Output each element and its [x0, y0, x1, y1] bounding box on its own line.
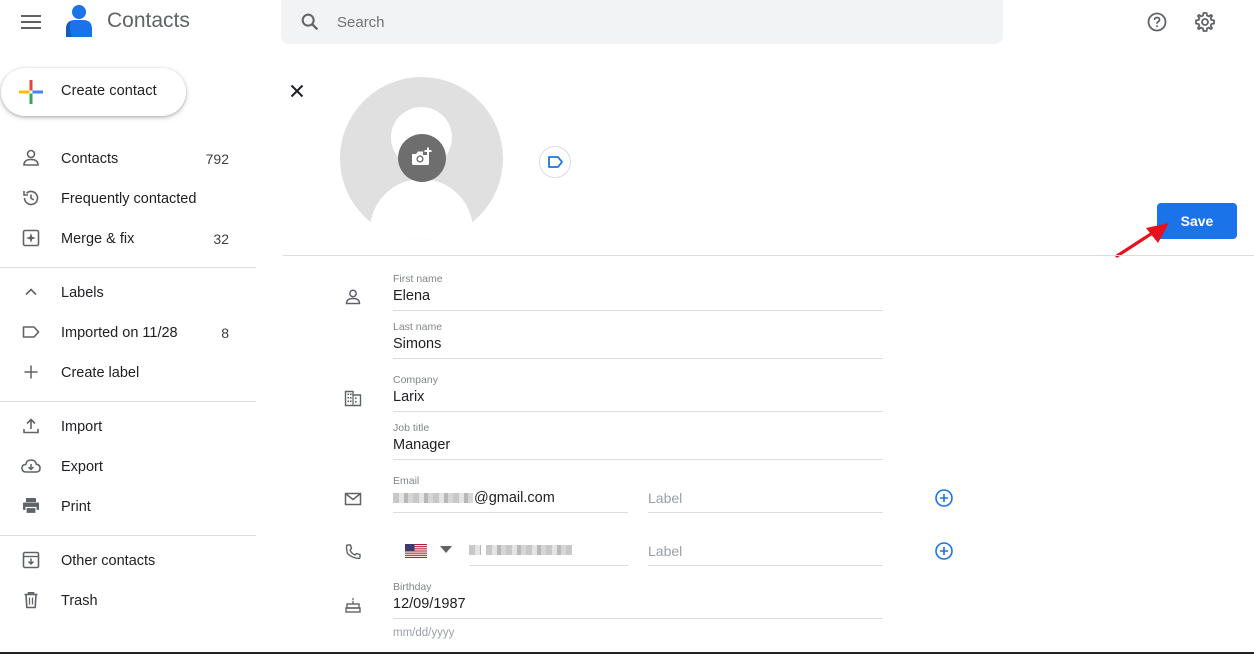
- imported-count-badge: 8: [221, 325, 229, 341]
- sidebar-item-label: Import: [61, 419, 103, 435]
- first-name-label: First name: [393, 273, 443, 285]
- avatar-body-shape: [370, 179, 473, 240]
- sidebar-item-other-contacts[interactable]: Other contacts: [0, 541, 256, 581]
- sidebar-item-labels-toggle[interactable]: Labels: [0, 273, 256, 313]
- sidebar-item-label: Trash: [61, 593, 98, 609]
- phone-icon: [345, 544, 361, 560]
- first-name-value: Elena: [393, 288, 431, 304]
- job-title-label: Job title: [393, 422, 430, 434]
- colorful-plus-icon: [19, 80, 43, 104]
- phone-value: [469, 542, 573, 558]
- sidebar-item-label: Frequently contacted: [61, 191, 197, 207]
- phone-field[interactable]: [469, 528, 628, 566]
- sidebar-divider: [0, 401, 256, 402]
- plus-icon: [24, 365, 38, 379]
- top-bar: Contacts: [0, 0, 1254, 44]
- email-label: Email: [393, 475, 420, 487]
- create-contact-label: Create contact: [61, 83, 157, 99]
- email-field[interactable]: Email @gmail.com: [393, 475, 628, 513]
- email-label-placeholder: Label: [648, 490, 683, 506]
- last-name-value: Simons: [393, 336, 442, 352]
- help-icon[interactable]: [1145, 10, 1169, 34]
- building-icon: [344, 390, 362, 407]
- email-label-field[interactable]: Label: [648, 475, 883, 513]
- close-icon[interactable]: [285, 79, 309, 103]
- phone-label-field[interactable]: Label: [648, 528, 883, 566]
- job-title-value: Manager: [393, 437, 451, 453]
- company-field[interactable]: Company Larix: [393, 374, 883, 412]
- chevron-up-icon: [25, 288, 37, 296]
- redacted-phone-part: [469, 545, 481, 556]
- cake-icon: [345, 597, 361, 613]
- sidebar-item-frequently-contacted[interactable]: Frequently contacted: [0, 179, 256, 219]
- sidebar-divider: [0, 267, 256, 268]
- sidebar-item-label: Merge & fix: [61, 231, 135, 247]
- history-icon: [23, 190, 39, 206]
- birthday-format-hint: mm/dd/yyyy: [393, 627, 455, 639]
- contacts-count-badge: 792: [205, 151, 229, 167]
- company-value: Larix: [393, 389, 425, 405]
- first-name-field[interactable]: First name Elena: [393, 273, 883, 311]
- last-name-label: Last name: [393, 321, 443, 333]
- company-label: Company: [393, 374, 438, 386]
- person-icon: [23, 149, 39, 166]
- printer-icon: [23, 498, 39, 515]
- us-flag-icon[interactable]: [405, 544, 427, 558]
- sidebar-item-label: Contacts: [61, 151, 119, 167]
- last-name-field[interactable]: Last name Simons: [393, 321, 883, 359]
- label-outline-icon: [548, 156, 563, 168]
- person-icon: [345, 289, 361, 305]
- mail-icon: [344, 492, 362, 506]
- birthday-label: Birthday: [393, 581, 432, 593]
- search-icon[interactable]: [299, 11, 321, 33]
- sidebar-item-label: Export: [61, 459, 103, 475]
- contacts-logo-icon: [66, 5, 92, 37]
- sidebar-item-imported-label[interactable]: Imported on 11/28 8: [0, 313, 256, 353]
- search-bar[interactable]: [281, 0, 1003, 44]
- merge-fix-icon: [22, 229, 40, 247]
- sidebar-item-label: Print: [61, 499, 91, 515]
- sidebar-item-label: Imported on 11/28: [61, 325, 178, 341]
- add-photo-button[interactable]: [398, 134, 446, 182]
- sidebar-item-create-label[interactable]: Create label: [0, 353, 256, 393]
- add-phone-icon[interactable]: [934, 541, 954, 561]
- label-icon: [22, 326, 40, 338]
- upload-icon: [23, 418, 39, 434]
- redacted-email-username: [393, 493, 473, 504]
- search-input[interactable]: [337, 8, 977, 36]
- sidebar-item-merge-fix[interactable]: Merge & fix 32: [0, 219, 256, 259]
- phone-label-placeholder: Label: [648, 543, 683, 559]
- redacted-phone-part: [486, 545, 572, 556]
- manage-labels-button[interactable]: [539, 146, 571, 178]
- sidebar-item-export[interactable]: Export: [0, 447, 256, 487]
- archive-icon: [22, 551, 40, 569]
- sidebar-item-label: Create label: [61, 365, 140, 381]
- add-email-icon[interactable]: [934, 488, 954, 508]
- birthday-field[interactable]: Birthday 12/09/1987: [393, 581, 883, 619]
- sidebar-divider: [0, 535, 256, 536]
- hamburger-menu-icon: [21, 15, 41, 29]
- add-photo-camera-icon: [412, 147, 432, 165]
- job-title-field[interactable]: Job title Manager: [393, 422, 883, 460]
- sidebar-item-label: Other contacts: [61, 553, 156, 569]
- sidebar-item-contacts[interactable]: Contacts 792: [0, 139, 256, 179]
- sidebar: Create contact Contacts 792 Frequently c…: [0, 44, 256, 654]
- cloud-download-icon: [21, 459, 41, 473]
- create-contact-button[interactable]: Create contact: [1, 68, 186, 116]
- gear-icon[interactable]: [1193, 10, 1217, 34]
- sidebar-item-import[interactable]: Import: [0, 407, 256, 447]
- country-dropdown-caret-icon[interactable]: [440, 546, 452, 554]
- sidebar-item-print[interactable]: Print: [0, 487, 256, 527]
- email-domain: @gmail.com: [474, 490, 555, 506]
- trash-icon: [24, 592, 38, 609]
- birthday-value: 12/09/1987: [393, 596, 466, 612]
- email-value: @gmail.com: [393, 490, 555, 506]
- form-header-divider: [283, 255, 1254, 256]
- app-title: Contacts: [107, 9, 190, 32]
- sidebar-item-label: Labels: [61, 285, 104, 301]
- sidebar-item-trash[interactable]: Trash: [0, 581, 256, 621]
- merge-fix-count-badge: 32: [213, 231, 229, 247]
- main-menu-button[interactable]: [16, 8, 46, 36]
